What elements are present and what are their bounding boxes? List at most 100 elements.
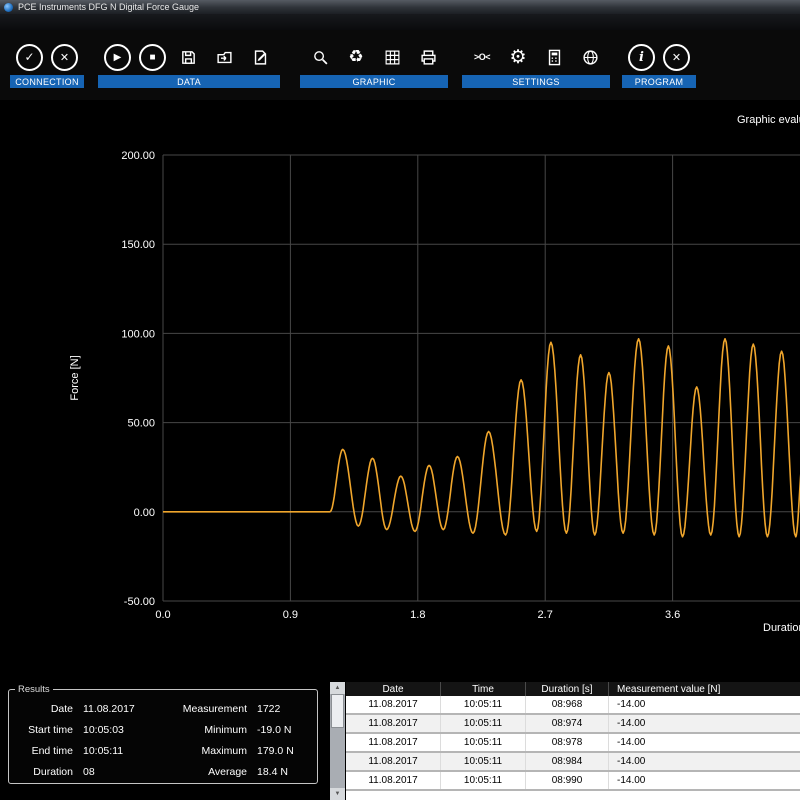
refresh-button[interactable]: ♻ xyxy=(342,43,370,71)
connect-button[interactable]: ✓ xyxy=(16,44,43,71)
window-title: PCE Instruments DFG N Digital Force Gaug… xyxy=(18,2,199,12)
table-cell: -14.00 xyxy=(609,696,800,713)
table-body: 11.08.201710:05:1108:968-14.0011.08.2017… xyxy=(346,696,800,791)
result-label: Start time xyxy=(13,724,73,736)
result-date: Date 11.08.2017 xyxy=(13,701,171,716)
result-maximum: Maximum179.0 N xyxy=(171,743,313,758)
svg-text:150.00: 150.00 xyxy=(121,239,155,251)
language-button[interactable] xyxy=(576,43,604,71)
table-cell: -14.00 xyxy=(609,772,800,789)
table-cell: 08:984 xyxy=(526,753,609,770)
table-cell: 11.08.2017 xyxy=(346,772,441,789)
svg-text:0.00: 0.00 xyxy=(134,507,155,519)
result-value: -19.0 N xyxy=(257,724,291,736)
table-cell: -14.00 xyxy=(609,715,800,732)
import-icon xyxy=(216,49,233,66)
scroll-down-button[interactable]: ▼ xyxy=(330,788,345,800)
table-cell: 10:05:11 xyxy=(441,734,526,751)
save-data-button[interactable] xyxy=(174,43,202,71)
result-duration: Duration 08 xyxy=(13,764,171,779)
calculator-button[interactable] xyxy=(540,43,568,71)
play-icon: ▶ xyxy=(114,52,122,63)
table-cell: -14.00 xyxy=(609,753,800,770)
info-button[interactable]: i xyxy=(628,44,655,71)
chart-area: 200.00150.00100.0050.000.00-50.000.00.91… xyxy=(0,100,800,680)
result-value: 08 xyxy=(83,766,95,778)
toolbar-icons-row: ▶■ xyxy=(98,39,280,75)
start-measurement-button[interactable]: ▶ xyxy=(104,44,131,71)
titlebar: PCE Instruments DFG N Digital Force Gaug… xyxy=(0,0,800,14)
svg-text:200.00: 200.00 xyxy=(121,150,155,162)
results-panel: Results Date 11.08.2017 Start time 10:05:03… xyxy=(8,684,318,784)
results-column-right: Measurement1722Minimum-19.0 NMaximum179.… xyxy=(171,701,313,779)
measurement-table: DateTimeDuration [s]Measurement value [N… xyxy=(346,682,800,800)
results-legend: Results xyxy=(15,684,53,695)
table-row[interactable]: 11.08.201710:05:1108:978-14.00 xyxy=(346,734,800,753)
disconnect-button[interactable]: ✕ xyxy=(51,44,78,71)
scroll-thumb[interactable] xyxy=(331,694,344,728)
table-cell: 08:974 xyxy=(526,715,609,732)
result-label: Duration xyxy=(13,766,73,778)
table-row[interactable]: 11.08.201710:05:1108:984-14.00 xyxy=(346,753,800,772)
refresh-icon: ♻ xyxy=(348,47,363,67)
grid-button[interactable] xyxy=(378,43,406,71)
window-chrome-strip xyxy=(0,14,800,30)
stop-measurement-button[interactable]: ■ xyxy=(139,44,166,71)
result-label: End time xyxy=(13,745,73,757)
exit-button[interactable]: ✕ xyxy=(663,44,690,71)
print-button[interactable] xyxy=(414,43,442,71)
result-label: Maximum xyxy=(171,745,247,757)
column-header-0: Date xyxy=(346,682,441,696)
table-scrollbar[interactable]: ▲ ▼ xyxy=(330,682,345,800)
report-button[interactable] xyxy=(246,43,274,71)
scroll-up-button[interactable]: ▲ xyxy=(330,682,345,694)
result-value: 10:05:03 xyxy=(83,724,124,736)
results-column-left: Date 11.08.2017 Start time 10:05:03 End time… xyxy=(13,701,171,779)
svg-text:Graphic evaluation: Graphic evaluation xyxy=(737,114,800,126)
result-start-time: Start time 10:05:03 xyxy=(13,722,171,737)
table-cell: 08:990 xyxy=(526,772,609,789)
svg-text:Force [N]: Force [N] xyxy=(69,355,81,400)
table-cell: 10:05:11 xyxy=(441,715,526,732)
result-end-time: End time10:05:11 xyxy=(13,743,171,758)
toolbar-group-program: i ✕ PROGRAM xyxy=(622,39,696,88)
table-cell: -14.00 xyxy=(609,734,800,751)
column-header-2: Duration [s] xyxy=(526,682,609,696)
save-icon xyxy=(180,49,197,66)
toolbar-icons-row: >O< ⚙ xyxy=(462,39,610,75)
table-row[interactable]: 11.08.201710:05:1108:990-14.00 xyxy=(346,772,800,791)
svg-text:1.8: 1.8 xyxy=(410,609,425,621)
svg-text:0.0: 0.0 xyxy=(155,609,170,621)
table-row[interactable]: 11.08.201710:05:1108:968-14.00 xyxy=(346,696,800,715)
toolbar-group-label: GRAPHIC xyxy=(300,75,448,88)
table-cell: 08:968 xyxy=(526,696,609,713)
toolbar-group-settings: >O<⚙SETTINGS xyxy=(462,39,610,88)
toolbar-group-graphic: ♻ GRAPHIC xyxy=(300,39,448,88)
zoom-button[interactable] xyxy=(306,43,334,71)
result-value: 11.08.2017 xyxy=(83,703,135,715)
svg-text:Duration [s]: Duration [s] xyxy=(763,622,800,634)
calculator-icon xyxy=(546,49,563,66)
tare-button[interactable]: >O< xyxy=(468,43,496,71)
toolbar-icons-row: ✓✕ xyxy=(10,39,84,75)
result-label: Date xyxy=(13,703,73,715)
grid-icon xyxy=(384,49,401,66)
column-header-1: Time xyxy=(441,682,526,696)
toolbar-group-label: PROGRAM xyxy=(622,75,696,88)
app-icon xyxy=(4,3,13,12)
tare-icon: >O< xyxy=(474,52,490,62)
settings-button[interactable]: ⚙ xyxy=(504,43,532,71)
toolbar-group-connection: ✓✕CONNECTION xyxy=(10,39,84,88)
result-average: Average18.4 N xyxy=(171,764,313,779)
force-chart: 200.00150.00100.0050.000.00-50.000.00.91… xyxy=(0,100,800,680)
table-cell: 11.08.2017 xyxy=(346,696,441,713)
table-cell: 10:05:11 xyxy=(441,696,526,713)
results-columns: Date 11.08.2017 Start time 10:05:03 End time… xyxy=(13,701,313,779)
svg-text:0.9: 0.9 xyxy=(283,609,298,621)
table-cell: 10:05:11 xyxy=(441,772,526,789)
toolbar-icons-row: ♻ xyxy=(300,39,448,75)
close-icon: ✕ xyxy=(672,51,681,64)
report-icon xyxy=(252,49,269,66)
table-row[interactable]: 11.08.201710:05:1108:974-14.00 xyxy=(346,715,800,734)
load-data-button[interactable] xyxy=(210,43,238,71)
